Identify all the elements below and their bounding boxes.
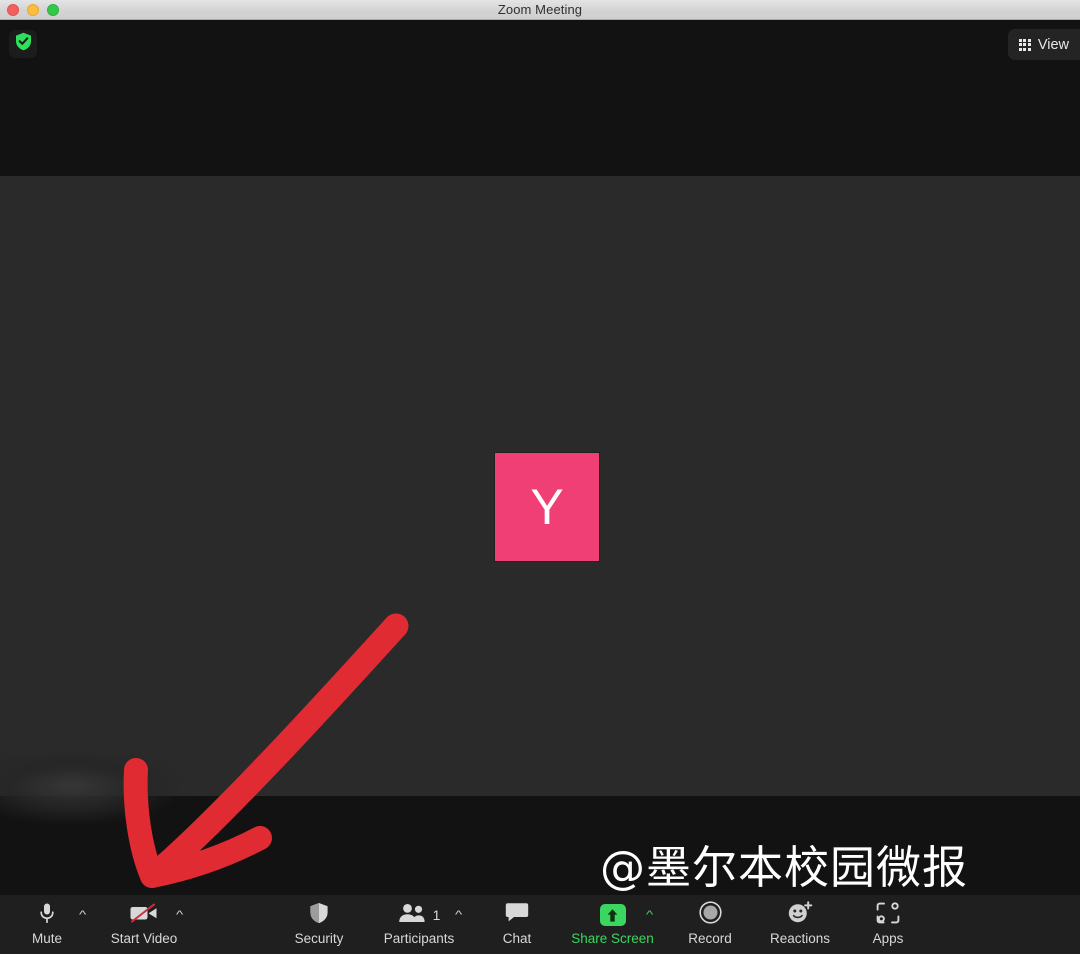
share-options-caret[interactable]: ^ bbox=[641, 895, 659, 954]
record-label: Record bbox=[688, 931, 732, 946]
window-titlebar: Zoom Meeting bbox=[0, 0, 1080, 20]
start-video-label: Start Video bbox=[110, 931, 178, 946]
reactions-button[interactable]: Reactions bbox=[757, 895, 843, 954]
apps-icon bbox=[876, 901, 900, 929]
chat-label: Chat bbox=[502, 931, 532, 946]
avatar-initial: Y bbox=[530, 479, 564, 535]
green-shield-check-icon bbox=[15, 32, 32, 56]
apps-label: Apps bbox=[872, 931, 904, 946]
meeting-toolbar: Mute ^ Start Video ^ Security 1 Particip… bbox=[0, 895, 1080, 954]
background-smudge bbox=[0, 755, 182, 825]
shield-icon bbox=[309, 902, 329, 929]
record-button[interactable]: Record bbox=[679, 895, 741, 954]
microphone-icon bbox=[39, 902, 55, 929]
mute-button[interactable]: Mute bbox=[16, 895, 78, 954]
video-off-icon bbox=[129, 902, 159, 929]
chat-bubble-icon bbox=[505, 902, 529, 928]
record-circle-icon bbox=[698, 901, 722, 929]
video-stage: View Y @墨尔本校园微报 bbox=[0, 20, 1080, 895]
share-screen-icon bbox=[599, 904, 626, 926]
chevron-up-icon: ^ bbox=[455, 908, 463, 921]
zoom-meeting-window: Zoom Meeting View Y @墨尔本校园微报 Mute ^ Star… bbox=[0, 0, 1080, 954]
participants-label: Participants bbox=[383, 931, 455, 946]
participants-options-caret[interactable]: ^ bbox=[450, 895, 468, 954]
window-title: Zoom Meeting bbox=[497, 2, 583, 17]
chevron-up-icon: ^ bbox=[646, 908, 654, 921]
security-label: Security bbox=[294, 931, 344, 946]
close-window-button[interactable] bbox=[7, 4, 19, 16]
mute-label: Mute bbox=[31, 931, 62, 946]
grid-view-icon bbox=[1018, 38, 1031, 51]
chevron-up-icon: ^ bbox=[176, 908, 184, 921]
people-icon bbox=[398, 903, 426, 928]
watermark-text: @墨尔本校园微报 bbox=[600, 841, 969, 894]
encryption-badge[interactable] bbox=[9, 30, 37, 58]
security-button[interactable]: Security bbox=[282, 895, 356, 954]
participant-avatar-tile[interactable]: Y bbox=[495, 453, 599, 561]
chevron-up-icon: ^ bbox=[79, 908, 87, 921]
video-options-caret[interactable]: ^ bbox=[171, 895, 189, 954]
smiley-plus-icon bbox=[787, 901, 813, 929]
maximize-window-button[interactable] bbox=[47, 4, 59, 16]
audio-options-caret[interactable]: ^ bbox=[74, 895, 92, 954]
minimize-window-button[interactable] bbox=[27, 4, 39, 16]
reactions-label: Reactions bbox=[769, 931, 831, 946]
view-button[interactable]: View bbox=[1007, 29, 1080, 60]
apps-button[interactable]: Apps bbox=[857, 895, 919, 954]
view-button-label: View bbox=[1037, 36, 1069, 53]
chat-button[interactable]: Chat bbox=[490, 895, 544, 954]
participants-count: 1 bbox=[432, 907, 441, 923]
window-controls bbox=[7, 4, 59, 16]
